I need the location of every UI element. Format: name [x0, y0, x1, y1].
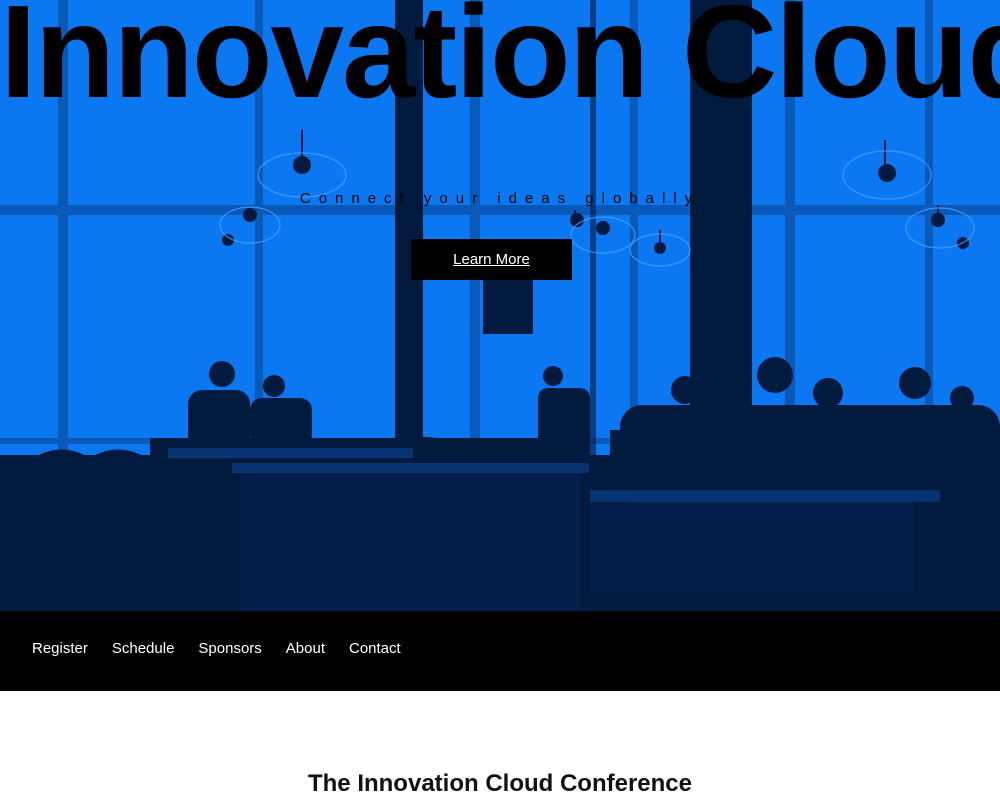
nav-item-register[interactable]: Register [32, 640, 88, 657]
main-nav: Register Schedule Sponsors About Contact [0, 611, 1000, 691]
hero-subtitle: Connect your ideas globally [299, 190, 701, 207]
nav-item-about[interactable]: About [286, 640, 325, 657]
hero-banner: Innovation Cloud Connect your ideas glob… [0, 0, 1000, 611]
learn-more-button[interactable]: Learn More [411, 239, 572, 280]
hero-title: Innovation Cloud [0, 0, 1000, 125]
section-title: The Innovation Cloud Conference [307, 770, 692, 797]
nav-list: Register Schedule Sponsors About Contact [32, 640, 425, 657]
nav-item-schedule[interactable]: Schedule [112, 640, 175, 657]
nav-item-contact[interactable]: Contact [349, 640, 401, 657]
nav-item-sponsors[interactable]: Sponsors [198, 640, 261, 657]
